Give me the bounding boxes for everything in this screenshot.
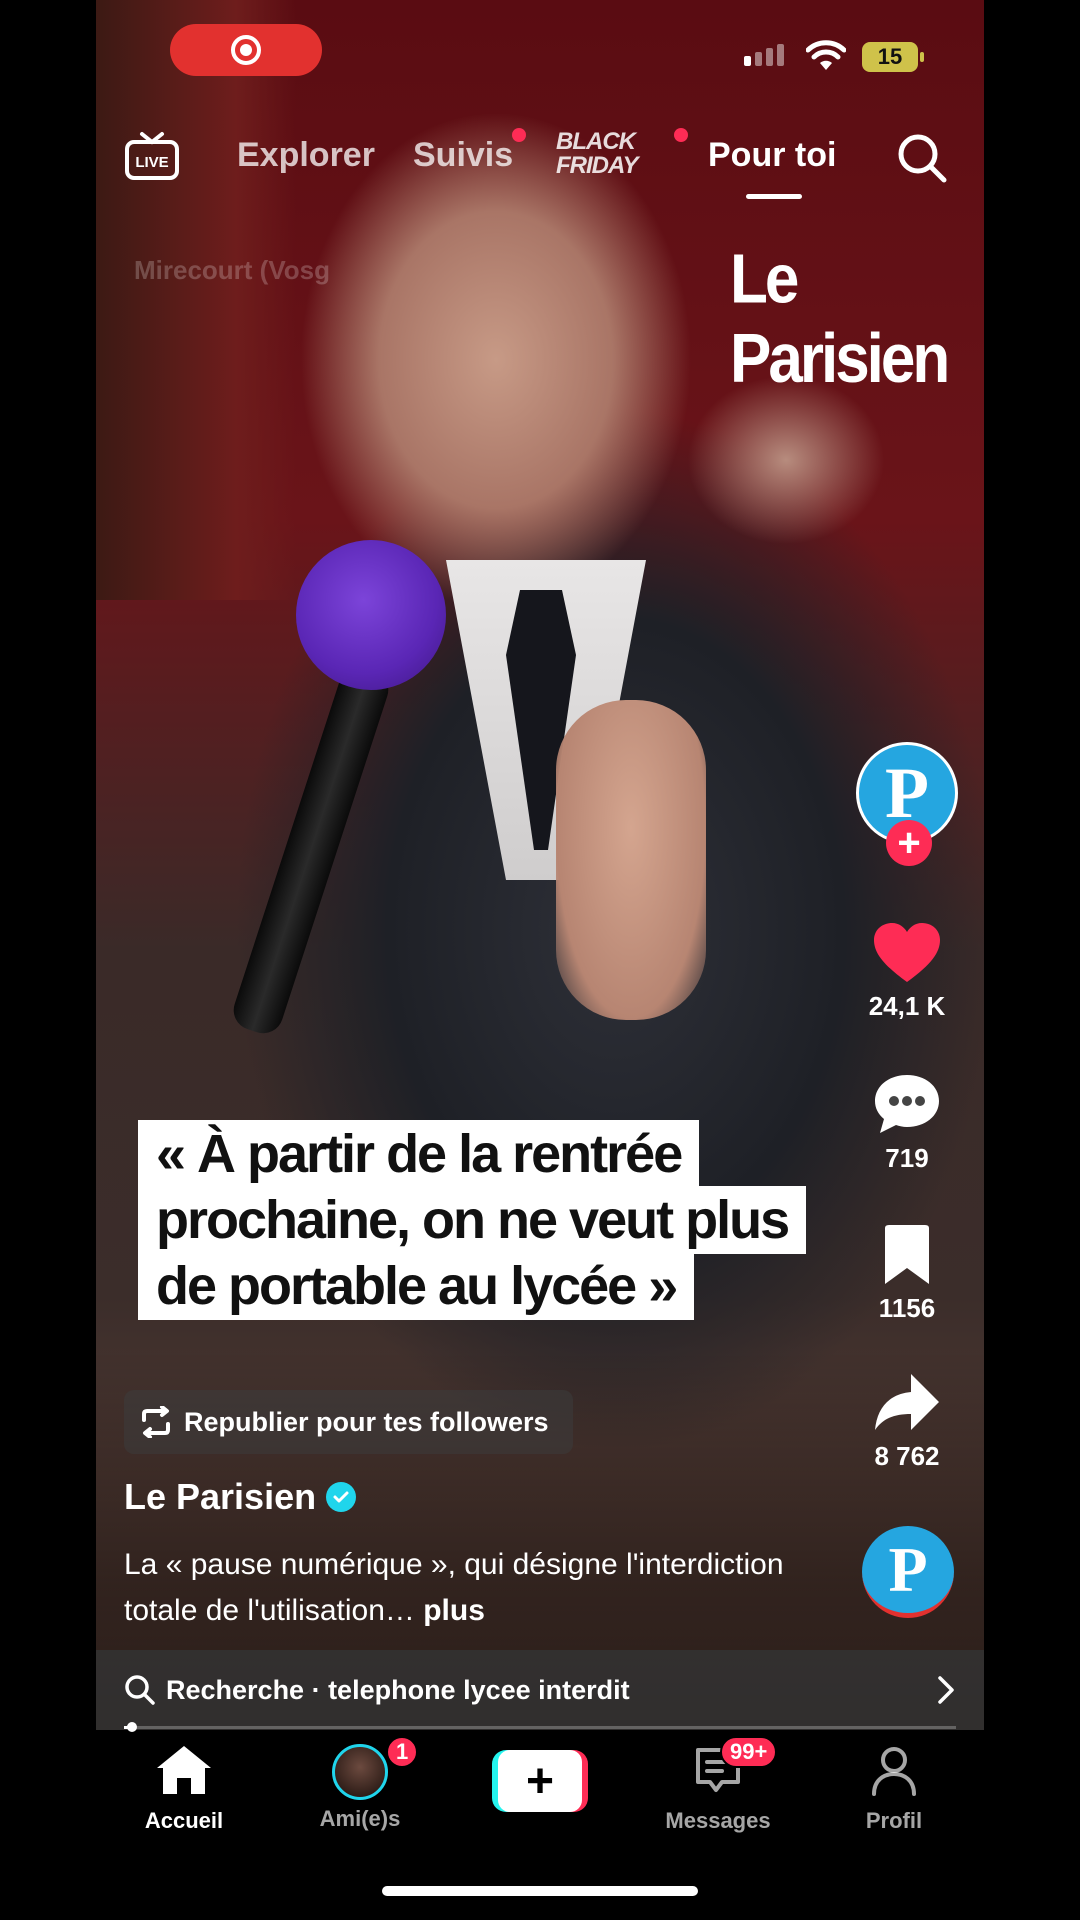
like-button[interactable]: 24,1 K [844, 922, 970, 1022]
messages-badge: 99+ [720, 1736, 778, 1768]
share-count: 8 762 [874, 1441, 940, 1471]
chevron-right-icon [938, 1676, 954, 1704]
friends-badge: 1 [386, 1736, 419, 1768]
video-microphone [296, 540, 446, 690]
repost-icon [142, 1406, 170, 1438]
tab-suivis[interactable]: Suivis [413, 136, 513, 175]
le-parisien-watermark: Le Parisien [730, 241, 950, 398]
live-label: LIVE [135, 154, 168, 171]
caption-line: de portable au lycée » [138, 1252, 695, 1320]
tab-messages-label: Messages [665, 1808, 771, 1833]
create-button[interactable]: + [492, 1750, 588, 1812]
plus-icon: + [498, 1750, 582, 1812]
home-icon [157, 1746, 211, 1794]
verified-badge-icon [326, 1482, 357, 1512]
follow-plus-icon[interactable]: + [886, 820, 932, 866]
video-location-text: Mirecourt (Vosg [134, 255, 330, 285]
share-button[interactable]: 8 762 [844, 1372, 970, 1472]
friends-avatar [332, 1744, 388, 1800]
status-bar: 15 [96, 0, 984, 110]
battery-indicator: 15 [862, 42, 924, 72]
post-description[interactable]: La « pause numérique », qui désigne l'in… [124, 1542, 784, 1634]
video-feed-screen[interactable]: 15 LIVE Explorer Suivis BLACK FRIDAY Pou… [96, 0, 984, 1920]
heart-icon [874, 923, 940, 982]
cellular-signal-icon [744, 44, 784, 66]
search-icon[interactable] [896, 132, 948, 184]
video-mic-handle [228, 661, 394, 1039]
author-name[interactable]: Le Parisien [124, 1476, 316, 1518]
video-hand [556, 700, 706, 1020]
black-friday-tab[interactable]: BLACK FRIDAY [556, 128, 639, 179]
video-progress-bar[interactable] [124, 1722, 956, 1732]
top-navigation: LIVE Explorer Suivis BLACK FRIDAY Pour t… [96, 120, 984, 200]
comment-count: 719 [885, 1143, 929, 1173]
tab-profil[interactable]: Profil [814, 1744, 974, 1834]
video-progress-knob[interactable] [127, 1722, 138, 1732]
wifi-icon [806, 40, 846, 70]
related-search-text: Recherche · telephone lycee interdit [166, 1674, 630, 1705]
profile-icon [872, 1747, 916, 1796]
bookmark-button[interactable]: 1156 [844, 1224, 970, 1324]
search-icon [125, 1675, 155, 1705]
tab-pour-toi[interactable]: Pour toi [708, 136, 836, 175]
related-search-bar[interactable]: Recherche · telephone lycee interdit [96, 1650, 984, 1730]
black-friday-notification-dot [674, 128, 688, 142]
bookmark-icon [885, 1225, 929, 1284]
bookmark-count: 1156 [878, 1293, 936, 1323]
repost-label: Republier pour tes followers [184, 1406, 549, 1437]
bottom-tab-bar: Accueil Ami(e)s 1 + Messages 99+ Profil [96, 1732, 984, 1872]
video-caption: « À partir de la rentrée prochaine, on n… [138, 1120, 807, 1320]
record-icon [231, 35, 261, 65]
tab-explorer[interactable]: Explorer [237, 136, 375, 175]
more-link[interactable]: plus [423, 1594, 485, 1627]
like-count: 24,1 K [868, 991, 946, 1021]
repost-button[interactable]: Republier pour tes followers [124, 1390, 573, 1454]
comment-icon [875, 1075, 939, 1133]
home-indicator[interactable] [382, 1886, 698, 1896]
tab-accueil[interactable]: Accueil [104, 1744, 264, 1834]
screen-recording-indicator[interactable] [170, 24, 322, 76]
caption-line: « À partir de la rentrée [138, 1120, 700, 1188]
music-disc[interactable]: P [862, 1526, 954, 1618]
caption-line: prochaine, on ne veut plus [138, 1186, 807, 1254]
author-name-row[interactable]: Le Parisien [124, 1476, 357, 1518]
active-tab-indicator [746, 194, 802, 199]
tab-accueil-label: Accueil [144, 1808, 224, 1833]
comment-button[interactable]: 719 [844, 1072, 970, 1174]
black-friday-line1: BLACK [556, 128, 636, 155]
tab-amis-label: Ami(e)s [319, 1806, 401, 1831]
suivis-notification-dot [512, 128, 526, 142]
tab-profil-label: Profil [865, 1808, 923, 1833]
share-icon [875, 1374, 939, 1430]
black-friday-line2: FRIDAY [556, 152, 639, 179]
live-tv-icon[interactable]: LIVE [124, 130, 180, 186]
